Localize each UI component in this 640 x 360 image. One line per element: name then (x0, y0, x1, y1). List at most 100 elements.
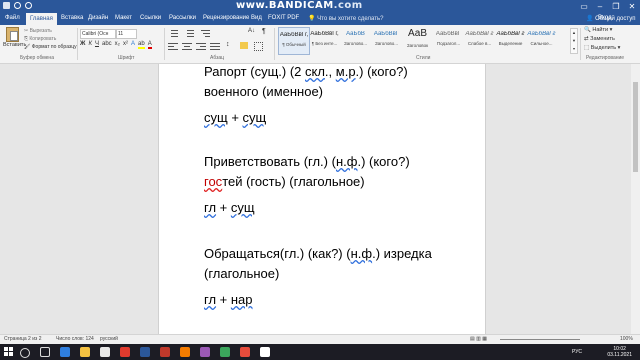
underline-button[interactable]: Ч (95, 41, 99, 49)
bold-button[interactable]: Ж (80, 41, 85, 49)
text-effects-icon[interactable]: A (131, 41, 135, 49)
style-no-spacing[interactable]: АаБбВвГг, ¶ Без инте... (309, 27, 340, 53)
superscript-button[interactable]: x² (123, 41, 128, 49)
font-size-select[interactable]: 11 (116, 29, 137, 39)
paste-icon (6, 27, 19, 42)
cut-label: Вырезать (29, 28, 52, 34)
tab-design[interactable]: Дизайн (88, 15, 108, 21)
minimize-icon[interactable]: – (592, 0, 608, 13)
task-view-icon[interactable] (40, 347, 50, 357)
font-format-buttons: Ж К Ч abc x₂ x² A ab A (80, 41, 152, 49)
justify-icon[interactable] (210, 42, 220, 50)
strikethrough-button[interactable]: abc (102, 41, 112, 49)
store-icon[interactable] (100, 347, 110, 357)
edge-icon[interactable] (60, 347, 70, 357)
bullets-icon[interactable] (168, 29, 178, 37)
language-status[interactable]: русский (100, 336, 118, 342)
vertical-scrollbar[interactable] (631, 64, 640, 334)
bandicam-watermark: www.BANDICAM.com (236, 0, 363, 11)
word-count[interactable]: Число слов: 124 (56, 336, 94, 342)
zoom-level[interactable]: 100% (620, 336, 633, 342)
document-page[interactable]: Рапорт (сущ.) (2 скл., м.р.) (кого?) вое… (158, 64, 486, 334)
share-button[interactable]: 👤 Общий доступ (586, 15, 635, 22)
select-button[interactable]: ⬚ Выделить ▾ (584, 45, 620, 51)
windows-start-icon[interactable] (4, 347, 14, 357)
styles-scroll-arrows[interactable]: ▲ ▼ ▾ (570, 28, 578, 54)
save-icon[interactable] (3, 2, 10, 9)
multilevel-list-icon[interactable] (200, 29, 210, 37)
replace-label: Заменить (590, 36, 615, 42)
group-label-editing: Редактирование (586, 55, 625, 61)
pilcrow-icon[interactable]: ¶ (262, 28, 266, 35)
paste-button[interactable]: Вставить (3, 27, 26, 53)
foxit-icon[interactable] (180, 347, 190, 357)
tab-home[interactable]: Главная (26, 13, 57, 25)
word-icon[interactable] (140, 347, 150, 357)
bandicam-icon[interactable] (160, 347, 170, 357)
format-painter-label: Формат по образцу (31, 44, 77, 50)
line: Рапорт (сущ.) (2 скл., м.р.) (кого?) (204, 64, 408, 79)
file-explorer-icon[interactable] (80, 347, 90, 357)
tab-file[interactable]: Файл (5, 15, 20, 21)
app-icon[interactable] (260, 347, 270, 357)
clock[interactable]: 10:02 03.11.2021 (607, 346, 632, 358)
search-icon[interactable] (20, 348, 30, 358)
app-icon[interactable] (200, 347, 210, 357)
italic-button[interactable]: К (88, 41, 92, 49)
align-center-icon[interactable] (182, 42, 192, 50)
tab-foxit-pdf[interactable]: FOXIT PDF (268, 15, 299, 21)
tab-review[interactable]: Рецензирование (203, 15, 249, 21)
borders-icon[interactable] (254, 42, 263, 51)
highlight-icon[interactable]: ab (138, 41, 145, 49)
copy-button[interactable]: ⎘ Копировать (24, 36, 56, 42)
copy-label: Копировать (29, 36, 57, 42)
style-emphasis[interactable]: АаБбВвГг Выделение (495, 27, 526, 53)
view-buttons[interactable]: ▤ ▥ ▦ (470, 336, 487, 342)
numbering-icon[interactable] (184, 29, 194, 37)
group-label-clipboard: Буфер обмена (20, 55, 54, 61)
zoom-slider[interactable] (500, 339, 580, 340)
style-subtitle[interactable]: АаБбВвГ Подзагол... (433, 27, 464, 53)
style-subtle-emphasis[interactable]: АаБбВвГг Слабое в... (464, 27, 495, 53)
tab-mailings[interactable]: Рассылки (169, 15, 196, 21)
tab-insert[interactable]: Вставка (61, 15, 83, 21)
close-icon[interactable]: ✕ (624, 0, 640, 13)
replace-button[interactable]: ⇄ Заменить (584, 36, 620, 42)
style-intense-emphasis[interactable]: АаБбВвГг Сильное... (526, 27, 557, 53)
subscript-button[interactable]: x₂ (115, 41, 120, 49)
page-count[interactable]: Страница 2 из 2 (4, 336, 41, 342)
tab-view[interactable]: Вид (251, 15, 262, 21)
tab-references[interactable]: Ссылки (140, 15, 161, 21)
paste-label: Вставить (3, 42, 27, 48)
maximize-icon[interactable]: ❐ (608, 0, 624, 13)
align-right-icon[interactable] (196, 42, 206, 50)
shading-icon[interactable] (240, 42, 248, 49)
redo-icon[interactable] (25, 2, 32, 9)
align-left-icon[interactable] (168, 42, 178, 50)
cut-button[interactable]: ✂ Вырезать (24, 28, 52, 34)
separator (77, 28, 78, 60)
tell-me-search[interactable]: 💡 Что вы хотите сделать? (308, 15, 383, 22)
scrollbar-thumb[interactable] (633, 82, 638, 172)
format-painter-button[interactable]: 🖌 Формат по образцу (24, 44, 77, 50)
line-spacing-icon[interactable]: ↕ (226, 41, 230, 48)
sort-icon[interactable]: A↓ (248, 28, 255, 34)
app-icon[interactable] (220, 347, 230, 357)
ribbon-options-icon[interactable]: ▭ (576, 0, 592, 13)
undo-icon[interactable] (14, 2, 21, 9)
app-icon[interactable] (240, 347, 250, 357)
style-title[interactable]: АаВ Заголовок (402, 27, 433, 53)
line: гл + нар (204, 292, 253, 307)
yandex-icon[interactable] (120, 347, 130, 357)
style-heading-1[interactable]: АаБбВ Заголово... (340, 27, 371, 53)
find-button[interactable]: 🔍 Найти ▾ (584, 27, 620, 33)
tab-layout[interactable]: Макет (115, 15, 132, 21)
style-heading-2[interactable]: АаБбВвГ Заголово... (371, 27, 402, 53)
font-color-icon[interactable]: A (147, 41, 152, 49)
style-normal[interactable]: АаБбВвГг, ¶ Обычный (278, 27, 310, 55)
document-area: Рапорт (сущ.) (2 скл., м.р.) (кого?) вое… (0, 64, 631, 334)
tell-me-text: Что вы хотите сделать? (317, 16, 384, 22)
styles-gallery: АаБбВвГг, ¶ Обычный АаБбВвГг, ¶ Без инте..… (278, 27, 568, 55)
input-language[interactable]: РУС (572, 349, 582, 355)
font-name-select[interactable]: Calibri (Осн (80, 29, 116, 39)
